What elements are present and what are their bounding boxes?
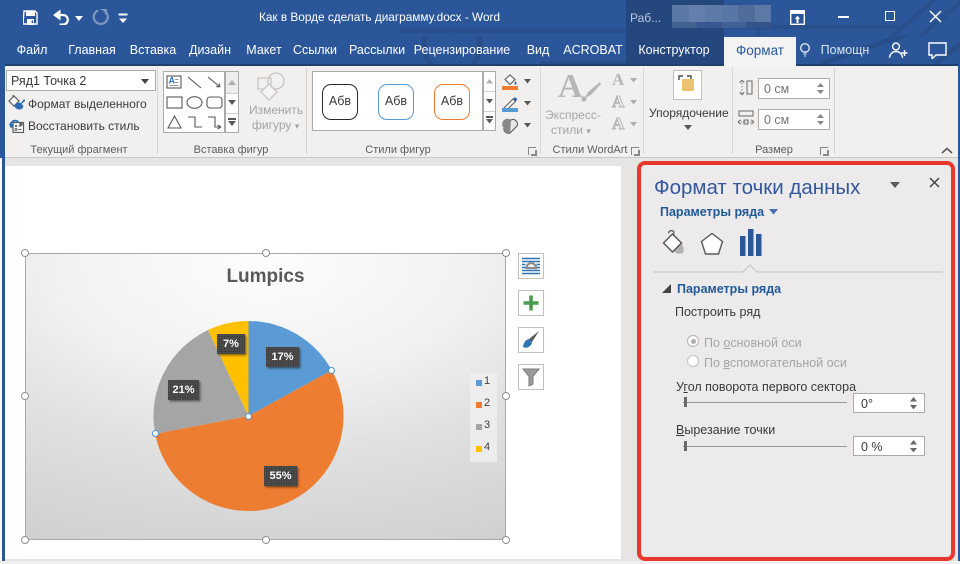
- svg-text:A: A: [169, 76, 176, 86]
